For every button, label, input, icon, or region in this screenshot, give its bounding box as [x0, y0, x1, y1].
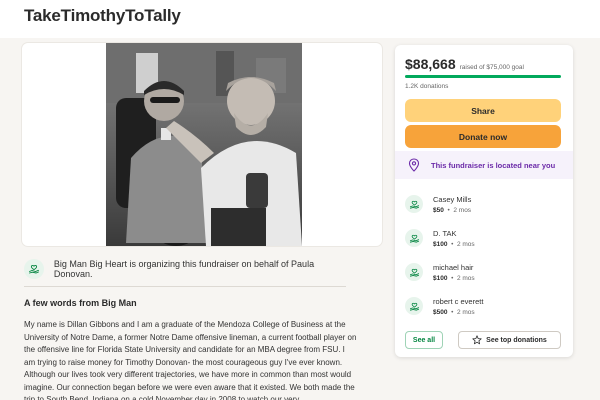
donor-amount: $100 [433, 240, 448, 248]
donor-time: 2 mos [456, 274, 475, 282]
donor-time: 2 mos [456, 308, 475, 316]
campaign-photo-card [22, 43, 382, 246]
heart-hand-icon [405, 297, 423, 315]
donate-button[interactable]: Donate now [405, 125, 561, 148]
share-button[interactable]: Share [405, 99, 561, 122]
campaign-photo [106, 43, 302, 246]
page-title: TakeTimothyToTally [24, 6, 181, 25]
donor-item: robert c everett $500 • 2 mos [405, 293, 565, 319]
story-heading: A few words from Big Man [24, 298, 137, 308]
location-notice: This fundraiser is located near you [395, 151, 573, 179]
donation-count: 1.2K donations [405, 83, 449, 90]
heart-hand-icon [24, 259, 44, 279]
donor-name: Casey Mills [433, 194, 472, 204]
donation-panel: $88,668 raised of $75,000 goal 1.2K dona… [395, 45, 573, 357]
donor-name: robert c everett [433, 296, 484, 306]
see-top-donations-label: See top donations [486, 336, 547, 344]
donor-amount: $50 [433, 206, 444, 214]
progress-bar [405, 75, 561, 78]
amount-raised: $88,668 [405, 56, 456, 72]
donor-name: michael hair [433, 262, 474, 272]
donor-time: 2 mos [456, 240, 475, 248]
heart-hand-icon [405, 195, 423, 213]
heart-hand-icon [405, 263, 423, 281]
progress-fill [405, 75, 561, 78]
donor-name: D. TAK [433, 228, 457, 238]
organizer-text: Big Man Big Heart is organizing this fun… [53, 259, 315, 279]
section-divider [24, 286, 346, 287]
location-pin-icon [407, 158, 421, 172]
donor-meta: $500 • 2 mos [433, 308, 475, 316]
heart-hand-icon [405, 229, 423, 247]
donor-meta: $100 • 2 mos [433, 240, 475, 248]
donor-time: 2 mos [453, 206, 472, 214]
see-all-button[interactable]: See all [405, 331, 443, 349]
amount-row: $88,668 raised of $75,000 goal [405, 56, 524, 72]
donor-item: D. TAK $100 • 2 mos [405, 225, 565, 251]
donor-item: michael hair $100 • 2 mos [405, 259, 565, 285]
star-icon [472, 335, 482, 345]
organizer-row: Big Man Big Heart is organizing this fun… [24, 259, 354, 279]
donor-amount: $500 [433, 308, 448, 316]
donor-amount: $100 [433, 274, 448, 282]
story-body: My name is Dillan Gibbons and I am a gra… [24, 320, 357, 400]
see-top-donations-button[interactable]: See top donations [458, 331, 561, 349]
donor-meta: $50 • 2 mos [433, 206, 472, 214]
goal-text: raised of $75,000 goal [459, 64, 524, 71]
location-notice-text: This fundraiser is located near you [431, 160, 556, 170]
donor-meta: $100 • 2 mos [433, 274, 475, 282]
donor-item: Casey Mills $50 • 2 mos [405, 191, 565, 217]
